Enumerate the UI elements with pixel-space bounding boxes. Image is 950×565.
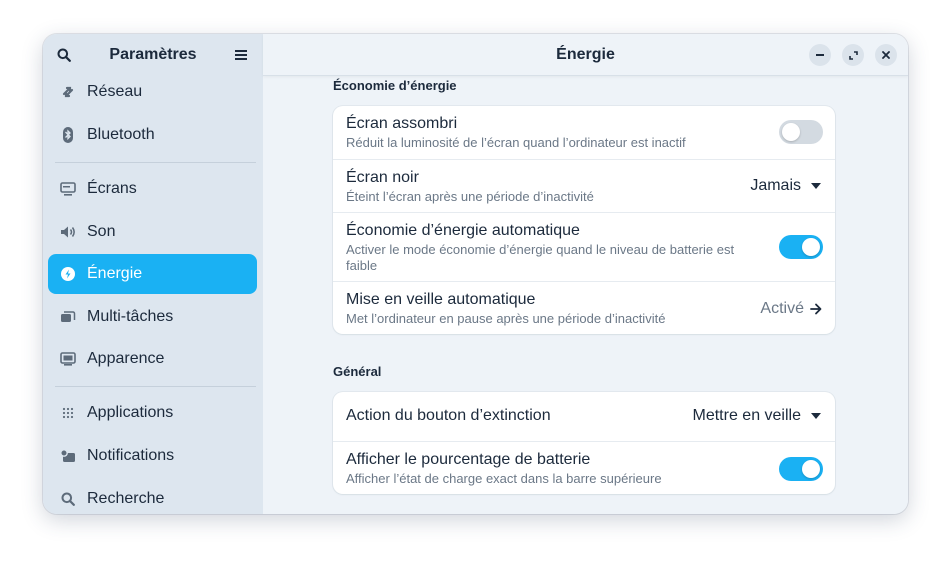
display-icon — [48, 182, 86, 196]
apps-grid-icon — [48, 407, 86, 419]
general-group: Action du bouton d’extinction Mettre en … — [333, 392, 835, 494]
maximize-button[interactable] — [842, 44, 864, 66]
sidebar-item-label: Énergie — [87, 265, 143, 282]
power-saving-group: Écran assombri Réduit la luminosité de l… — [333, 106, 835, 334]
auto-suspend-row[interactable]: Mise en veille automatique Met l’ordinat… — [333, 281, 835, 334]
multitasking-icon — [48, 310, 86, 324]
link-value: Activé — [760, 300, 804, 317]
content-header: Énergie — [263, 34, 908, 76]
power-button-action-dropdown[interactable]: Mettre en veille — [692, 407, 821, 425]
sidebar-item-label: Applications — [87, 404, 174, 421]
row-subtitle: Afficher l’état de charge exact dans la … — [346, 471, 662, 486]
row-title: Mise en veille automatique — [346, 291, 536, 308]
maximize-icon — [848, 50, 858, 60]
sidebar-item-label: Multi-tâches — [87, 308, 174, 325]
section-title-power-saving: Économie d’énergie — [333, 78, 457, 93]
appearance-icon — [48, 352, 86, 366]
close-button[interactable] — [875, 44, 897, 66]
sidebar-item-label: Apparence — [87, 350, 165, 367]
battery-percentage-row[interactable]: Afficher le pourcentage de batterie Affi… — [333, 441, 835, 494]
row-title: Écran noir — [346, 169, 419, 186]
auto-power-saver-row[interactable]: Économie d’énergie automatique Activer l… — [333, 212, 835, 281]
sidebar-separator — [55, 162, 256, 163]
settings-window: Paramètres Réseau Bluetooth Écrans Son É… — [43, 34, 908, 514]
auto-power-saver-toggle[interactable] — [779, 235, 823, 259]
minimize-button[interactable] — [809, 44, 831, 66]
section-title-general: Général — [333, 364, 382, 379]
speaker-icon — [48, 225, 86, 239]
row-subtitle: Met l’ordinateur en pause après une péri… — [346, 311, 666, 326]
search-icon — [48, 492, 86, 506]
row-subtitle: Réduit la luminosité de l’écran quand l’… — [346, 135, 686, 150]
sidebar-item-power[interactable]: Énergie — [48, 254, 257, 294]
sidebar-item-label: Écrans — [87, 180, 137, 197]
main-menu-button[interactable] — [228, 42, 254, 68]
row-subtitle-continued: faible — [346, 258, 378, 273]
dim-screen-toggle[interactable] — [779, 120, 823, 144]
dropdown-value: Mettre en veille — [692, 407, 802, 424]
blank-screen-dropdown[interactable]: Jamais — [750, 177, 821, 195]
hamburger-menu-icon — [235, 50, 247, 60]
sidebar-item-notifications[interactable]: Notifications — [48, 436, 257, 476]
battery-percentage-toggle[interactable] — [779, 457, 823, 481]
row-title: Action du bouton d’extinction — [346, 407, 551, 424]
chevron-down-icon — [811, 413, 821, 419]
sidebar-item-search[interactable]: Recherche — [48, 479, 257, 514]
row-subtitle: Activer le mode économie d’énergie quand… — [346, 242, 735, 257]
notifications-icon — [48, 449, 86, 463]
blank-screen-row[interactable]: Écran noir Éteint l’écran après une péri… — [333, 159, 835, 212]
row-title: Écran assombri — [346, 115, 458, 132]
close-icon — [882, 51, 890, 59]
sidebar-item-label: Réseau — [87, 83, 143, 100]
chevron-down-icon — [811, 183, 821, 189]
sidebar-item-label: Son — [87, 223, 116, 240]
power-button-action-row[interactable]: Action du bouton d’extinction Mettre en … — [333, 392, 835, 441]
auto-suspend-link[interactable]: Activé — [760, 300, 822, 318]
content-pane: Économie d’énergie Écran assombri Réduit… — [263, 34, 908, 514]
bluetooth-icon — [48, 127, 86, 143]
dim-screen-row[interactable]: Écran assombri Réduit la luminosité de l… — [333, 106, 835, 159]
row-subtitle: Éteint l’écran après une période d’inact… — [346, 189, 594, 204]
row-title: Économie d’énergie automatique — [346, 222, 580, 239]
sidebar-item-displays[interactable]: Écrans — [48, 169, 257, 209]
sidebar-item-multitasking[interactable]: Multi-tâches — [48, 297, 257, 337]
sidebar-item-label: Notifications — [87, 447, 175, 464]
sidebar-separator — [55, 386, 256, 387]
dropdown-value: Jamais — [750, 177, 801, 194]
network-icon — [48, 85, 86, 99]
power-icon — [48, 266, 86, 282]
row-title: Afficher le pourcentage de batterie — [346, 451, 591, 468]
arrow-right-icon — [810, 303, 822, 315]
sidebar: Paramètres Réseau Bluetooth Écrans Son É… — [43, 34, 263, 514]
sidebar-item-bluetooth[interactable]: Bluetooth — [48, 115, 257, 155]
sidebar-item-network[interactable]: Réseau — [48, 72, 257, 112]
sidebar-item-sound[interactable]: Son — [48, 212, 257, 252]
minimize-icon — [816, 54, 824, 56]
sidebar-item-appearance[interactable]: Apparence — [48, 339, 257, 379]
sidebar-item-label: Recherche — [87, 490, 165, 507]
sidebar-item-label: Bluetooth — [87, 126, 155, 143]
sidebar-item-applications[interactable]: Applications — [48, 393, 257, 433]
sidebar-header: Paramètres — [43, 34, 263, 76]
